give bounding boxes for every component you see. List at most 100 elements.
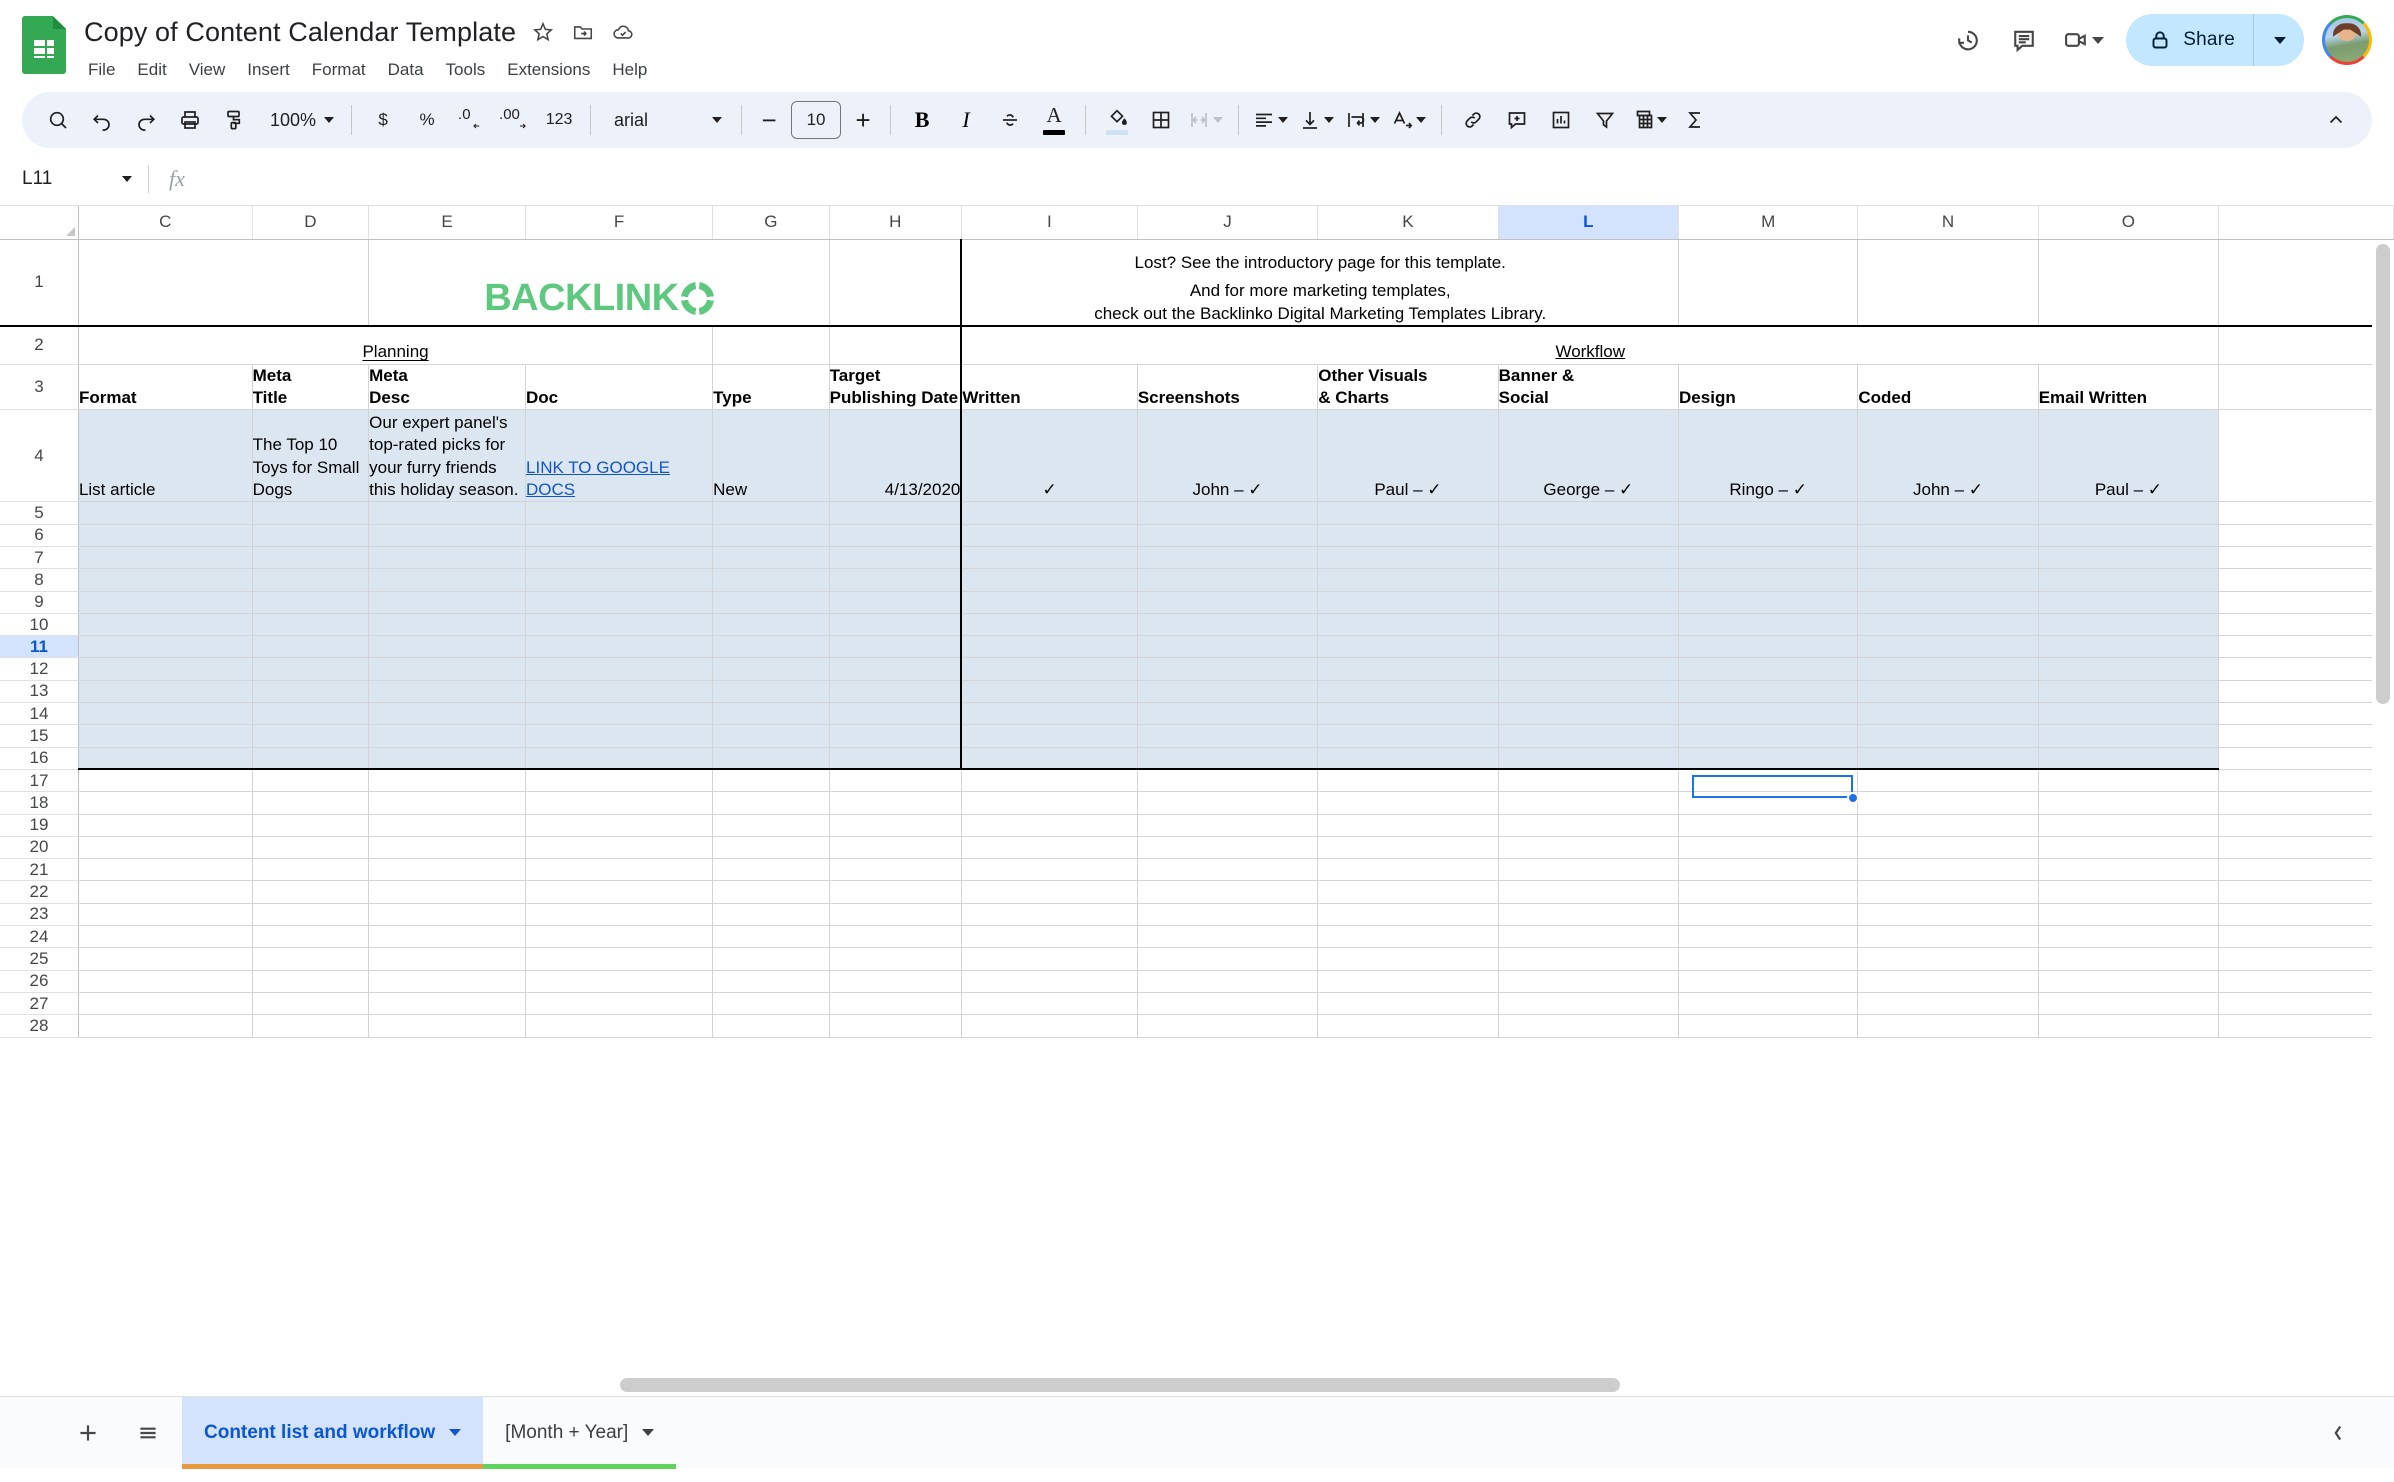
redo-icon[interactable] bbox=[124, 98, 168, 142]
row-header-3[interactable]: 3 bbox=[0, 364, 79, 411]
cell-K26[interactable] bbox=[1317, 970, 1499, 993]
cell-H16[interactable] bbox=[829, 747, 962, 771]
pivot-table-icon[interactable] bbox=[1627, 98, 1673, 142]
cell-N24[interactable] bbox=[1857, 925, 2039, 949]
cell-J7[interactable] bbox=[1137, 546, 1319, 570]
text-color-button[interactable]: A bbox=[1032, 98, 1076, 142]
cell-P10[interactable] bbox=[2218, 613, 2394, 637]
cell-J27[interactable] bbox=[1137, 992, 1319, 1016]
cell-P26[interactable] bbox=[2218, 970, 2394, 993]
cell-K10[interactable] bbox=[1317, 613, 1499, 637]
font-family-select[interactable]: arial bbox=[600, 98, 732, 142]
cell-C21[interactable] bbox=[78, 858, 253, 882]
cell-G10[interactable] bbox=[712, 613, 830, 637]
cell-C8[interactable] bbox=[78, 568, 253, 592]
cell-N11[interactable] bbox=[1857, 635, 2039, 659]
cell-I8[interactable] bbox=[960, 568, 1138, 592]
cell-G17[interactable] bbox=[712, 769, 830, 793]
cell-I14[interactable] bbox=[960, 702, 1138, 726]
cell-H1[interactable] bbox=[829, 239, 962, 327]
cell-G25[interactable] bbox=[712, 947, 830, 971]
cell-J18[interactable] bbox=[1137, 791, 1319, 815]
cell-G28[interactable] bbox=[712, 1014, 830, 1038]
cell-O16[interactable] bbox=[2038, 747, 2220, 771]
cell-K6[interactable] bbox=[1317, 524, 1499, 547]
cell-N28[interactable] bbox=[1857, 1014, 2039, 1038]
cell-C16[interactable] bbox=[78, 747, 253, 771]
cell-G20[interactable] bbox=[712, 836, 830, 860]
increase-font-size-button[interactable]: + bbox=[845, 102, 881, 138]
explore-icon[interactable] bbox=[2312, 1407, 2364, 1459]
cell-O18[interactable] bbox=[2038, 791, 2220, 815]
cell-J19[interactable] bbox=[1137, 814, 1319, 837]
cell-I19[interactable] bbox=[961, 814, 1138, 837]
star-icon[interactable] bbox=[530, 19, 556, 45]
cell-C18[interactable] bbox=[78, 791, 253, 815]
version-history-icon[interactable] bbox=[1942, 14, 1994, 66]
cell-P22[interactable] bbox=[2218, 880, 2394, 904]
text-wrap-icon[interactable] bbox=[1340, 98, 1386, 142]
cell-C22[interactable] bbox=[78, 880, 253, 904]
cell-L12[interactable] bbox=[1498, 657, 1680, 681]
cell-L10[interactable] bbox=[1498, 613, 1680, 637]
cell-D18[interactable] bbox=[252, 791, 370, 815]
cell-K27[interactable] bbox=[1317, 992, 1499, 1016]
cell-L20[interactable] bbox=[1498, 836, 1680, 860]
column-header-H[interactable]: H bbox=[829, 206, 962, 240]
cell-G24[interactable] bbox=[712, 925, 830, 949]
cell-K19[interactable] bbox=[1317, 814, 1499, 837]
cell-F13[interactable] bbox=[525, 680, 714, 704]
cell-C11[interactable] bbox=[78, 635, 253, 659]
horizontal-scrollbar-thumb[interactable] bbox=[620, 1378, 1620, 1392]
cell-K11[interactable] bbox=[1317, 635, 1499, 659]
cell-J8[interactable] bbox=[1137, 568, 1319, 592]
cell-I10[interactable] bbox=[960, 613, 1138, 637]
cell-G16[interactable] bbox=[712, 747, 830, 771]
cell-M27[interactable] bbox=[1678, 992, 1859, 1016]
cell-C1[interactable] bbox=[78, 239, 370, 327]
column-header-L[interactable]: L bbox=[1498, 206, 1680, 240]
cell-D24[interactable] bbox=[252, 925, 370, 949]
row-header-10[interactable]: 10 bbox=[0, 613, 79, 637]
cell-H19[interactable] bbox=[829, 814, 962, 837]
cell-N13[interactable] bbox=[1857, 680, 2039, 704]
cell-G5[interactable] bbox=[712, 501, 830, 525]
google-sheets-logo[interactable] bbox=[22, 16, 66, 74]
cell-H14[interactable] bbox=[829, 702, 962, 726]
cell-N7[interactable] bbox=[1857, 546, 2039, 570]
bold-button[interactable]: B bbox=[900, 98, 944, 142]
cell-O24[interactable] bbox=[2038, 925, 2220, 949]
font-size-input[interactable]: 10 bbox=[791, 101, 842, 139]
cell-I5[interactable] bbox=[960, 501, 1138, 525]
cell-J22[interactable] bbox=[1137, 880, 1319, 904]
cell-J17[interactable] bbox=[1137, 769, 1319, 793]
horizontal-align-icon[interactable] bbox=[1248, 98, 1294, 142]
cell-P11[interactable] bbox=[2218, 635, 2394, 659]
decrease-decimal-button[interactable]: .0 bbox=[449, 98, 493, 142]
cell-P7[interactable] bbox=[2218, 546, 2394, 570]
cell-P1[interactable] bbox=[2038, 239, 2220, 327]
cell-E5[interactable] bbox=[368, 501, 527, 525]
cell-M16[interactable] bbox=[1678, 747, 1859, 771]
cell-E27[interactable] bbox=[368, 992, 527, 1016]
undo-icon[interactable] bbox=[80, 98, 124, 142]
menu-edit[interactable]: Edit bbox=[126, 56, 177, 84]
row-header-6[interactable]: 6 bbox=[0, 524, 79, 547]
cell-N19[interactable] bbox=[1857, 814, 2039, 837]
cell-K15[interactable] bbox=[1317, 724, 1499, 748]
cell-P13[interactable] bbox=[2218, 680, 2394, 704]
cell-J5[interactable] bbox=[1137, 501, 1319, 525]
cell-D20[interactable] bbox=[252, 836, 370, 860]
vertical-align-icon[interactable] bbox=[1294, 98, 1340, 142]
cell-D17[interactable] bbox=[252, 769, 370, 793]
cell-P5[interactable] bbox=[2218, 501, 2394, 525]
cell-C2-planning[interactable]: Planning bbox=[78, 325, 714, 365]
cell-H5[interactable] bbox=[829, 501, 962, 525]
cell-K16[interactable] bbox=[1317, 747, 1499, 771]
cell-J13[interactable] bbox=[1137, 680, 1319, 704]
cell-K22[interactable] bbox=[1317, 880, 1499, 904]
cell-J14[interactable] bbox=[1137, 702, 1319, 726]
cell-C20[interactable] bbox=[78, 836, 253, 860]
cell-G26[interactable] bbox=[712, 970, 830, 993]
row-header-12[interactable]: 12 bbox=[0, 657, 79, 681]
